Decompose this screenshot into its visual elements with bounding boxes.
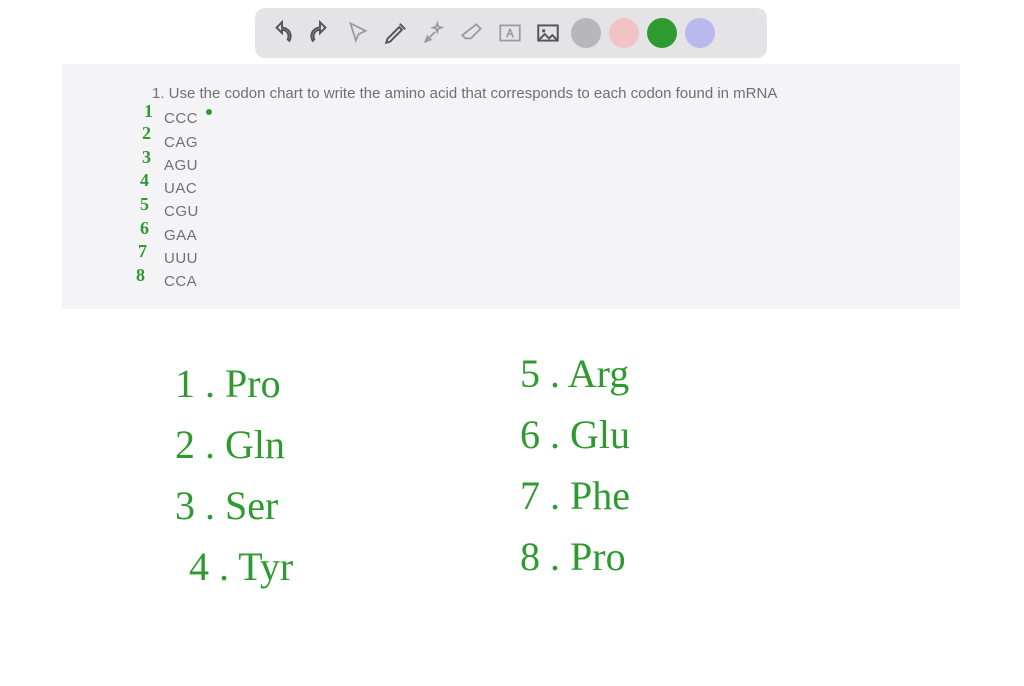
handwritten-answers: 1 . Pro 2 . Gln 3 . Ser 4 . Tyr 5 . Arg …: [0, 350, 1024, 686]
codon-item: AGU: [164, 154, 870, 177]
cursor-tool[interactable]: [343, 18, 373, 48]
annotation-toolbar: [255, 8, 767, 58]
stray-dot-icon: [206, 109, 212, 115]
answers-column-left: 1 . Pro 2 . Gln 3 . Ser 4 . Tyr: [175, 360, 293, 590]
text-tool[interactable]: [495, 18, 525, 48]
codon-item: CCC: [164, 107, 870, 130]
answer-line: 5 . Arg: [520, 350, 630, 397]
color-swatch-gray[interactable]: [571, 18, 601, 48]
undo-button[interactable]: [267, 18, 297, 48]
color-swatch-pink[interactable]: [609, 18, 639, 48]
answers-column-right: 5 . Arg 6 . Glu 7 . Phe 8 . Pro: [520, 350, 630, 580]
pen-icon: [383, 20, 409, 46]
codon-list: CCC CAG AGU UAC CGU GAA UUU CCA: [152, 107, 870, 293]
magic-wand-icon: [421, 20, 447, 46]
answer-line: 6 . Glu: [520, 411, 630, 458]
handwritten-number: 8: [136, 262, 145, 290]
codon-item: CGU: [164, 200, 870, 223]
codon-item: UAC: [164, 177, 870, 200]
answer-line: 4 . Tyr: [189, 543, 293, 590]
answer-line: 1 . Pro: [175, 360, 293, 407]
answer-line: 3 . Ser: [175, 482, 293, 529]
cursor-icon: [345, 20, 371, 46]
undo-icon: [269, 20, 295, 46]
magic-tool[interactable]: [419, 18, 449, 48]
eraser-tool[interactable]: [457, 18, 487, 48]
text-box-icon: [497, 20, 523, 46]
codon-item: CCA: [164, 270, 870, 293]
pen-tool[interactable]: [381, 18, 411, 48]
answer-line: 2 . Gln: [175, 421, 293, 468]
image-tool[interactable]: [533, 18, 563, 48]
worksheet-panel: 1. Use the codon chart to write the amin…: [62, 64, 960, 309]
eraser-icon: [459, 20, 485, 46]
codon-item: CAG: [164, 131, 870, 154]
answer-line: 7 . Phe: [520, 472, 630, 519]
image-icon: [535, 20, 561, 46]
codon-item: GAA: [164, 224, 870, 247]
answer-line: 8 . Pro: [520, 533, 630, 580]
color-swatch-lavender[interactable]: [685, 18, 715, 48]
redo-button[interactable]: [305, 18, 335, 48]
codon-item: UUU: [164, 247, 870, 270]
question-text: 1. Use the codon chart to write the amin…: [152, 82, 870, 105]
redo-icon: [307, 20, 333, 46]
color-swatch-green[interactable]: [647, 18, 677, 48]
